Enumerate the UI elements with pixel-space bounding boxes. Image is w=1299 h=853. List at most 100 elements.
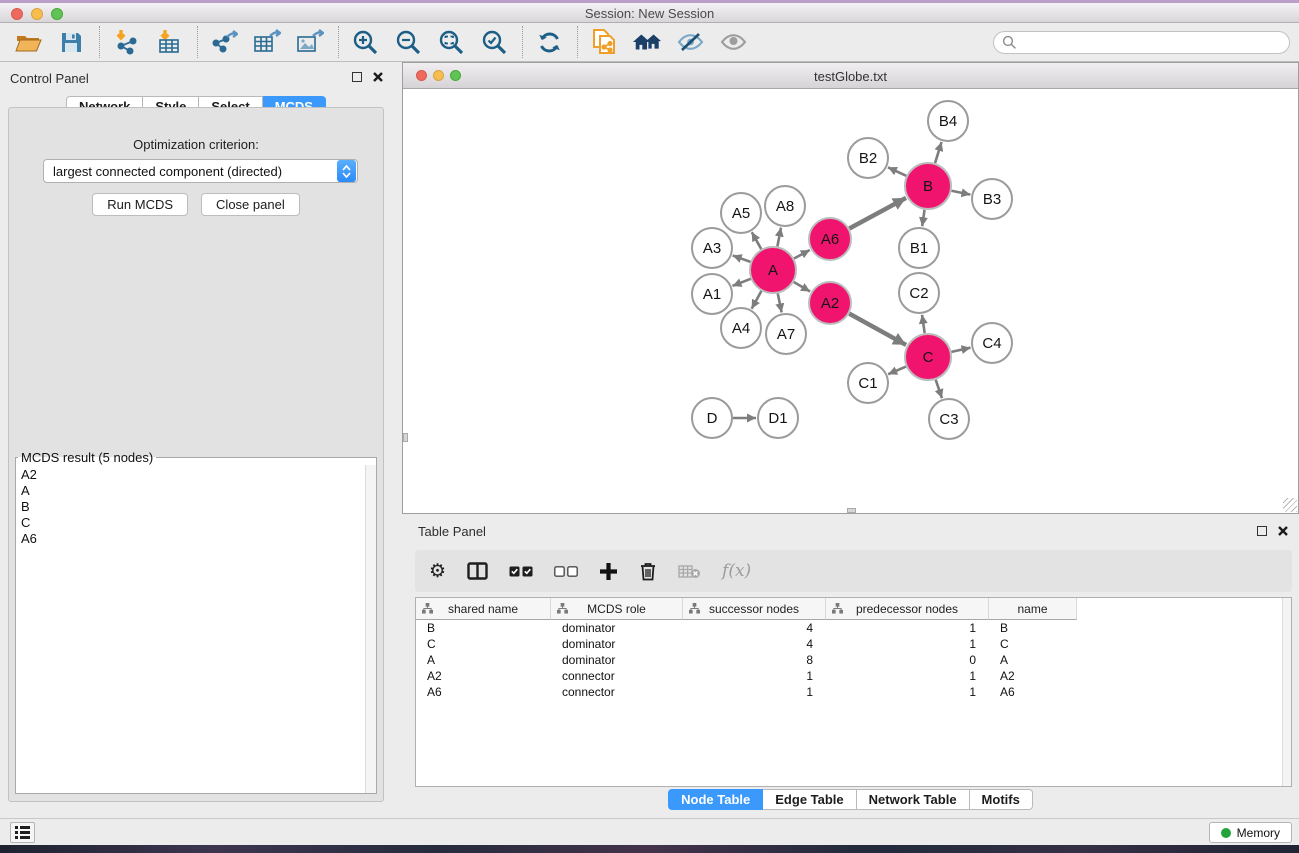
edge-B-B2[interactable] [888, 167, 906, 176]
close-table-panel-icon[interactable] [1277, 525, 1289, 537]
edge-B-B1[interactable] [922, 210, 924, 226]
cell-successor-nodes[interactable]: 1 [683, 684, 826, 700]
cell-predecessor-nodes[interactable]: 1 [826, 620, 989, 636]
mcds-result-item[interactable]: A2 [21, 467, 365, 483]
zoom-selected-icon[interactable] [479, 27, 509, 57]
search-input[interactable] [993, 31, 1290, 54]
cell-predecessor-nodes[interactable]: 1 [826, 668, 989, 684]
cell-successor-nodes[interactable]: 4 [683, 636, 826, 652]
table-row[interactable]: Cdominator41C [416, 636, 1291, 652]
edge-A-A8[interactable] [777, 228, 781, 247]
table-row[interactable]: A2connector11A2 [416, 668, 1291, 684]
result-scrollbar[interactable] [365, 465, 376, 793]
resize-grip-icon[interactable] [1283, 498, 1297, 512]
edge-A-A3[interactable] [733, 255, 751, 261]
cell-shared-name[interactable]: C [416, 636, 551, 652]
select-all-icon[interactable] [509, 566, 533, 577]
open-session-icon[interactable] [13, 27, 43, 57]
cell-name[interactable]: C [989, 636, 1077, 652]
export-table-icon[interactable] [252, 27, 282, 57]
column-header-successor-nodes[interactable]: successor nodes [683, 598, 826, 620]
hide-selected-icon[interactable] [675, 27, 705, 57]
cell-MCDS-role[interactable]: connector [551, 684, 683, 700]
tab-edge-table[interactable]: Edge Table [763, 789, 856, 810]
edge-C-C3[interactable] [936, 380, 942, 398]
cell-MCDS-role[interactable]: connector [551, 668, 683, 684]
edge-A-A5[interactable] [752, 232, 761, 249]
tab-network-table[interactable]: Network Table [857, 789, 970, 810]
edge-A-A4[interactable] [752, 291, 762, 309]
clone-network-icon[interactable] [589, 27, 619, 57]
import-table-icon[interactable] [154, 27, 184, 57]
edge-A-A1[interactable] [732, 279, 750, 286]
cell-predecessor-nodes[interactable]: 1 [826, 636, 989, 652]
deselect-all-icon[interactable] [554, 566, 578, 577]
cell-MCDS-role[interactable]: dominator [551, 620, 683, 636]
export-image-icon[interactable] [295, 27, 325, 57]
edge-B-B3[interactable] [952, 191, 971, 195]
cell-predecessor-nodes[interactable]: 1 [826, 684, 989, 700]
mcds-result-item[interactable]: A6 [21, 531, 365, 547]
zoom-in-icon[interactable] [350, 27, 380, 57]
column-header-MCDS-role[interactable]: MCDS role [551, 598, 683, 620]
table-settings-icon[interactable]: ⚙ [429, 562, 446, 581]
left-resize-handle[interactable] [403, 433, 408, 442]
cell-shared-name[interactable]: B [416, 620, 551, 636]
table-row[interactable]: Adominator80A [416, 652, 1291, 668]
table-scrollbar[interactable] [1282, 598, 1291, 786]
mcds-result-item[interactable]: C [21, 515, 365, 531]
cell-name[interactable]: B [989, 620, 1077, 636]
cell-successor-nodes[interactable]: 8 [683, 652, 826, 668]
network-canvas[interactable]: AA1A3A5A8A4A7A6A2BB1B2B3B4CC1C2C3C4DD1 [403, 89, 1298, 513]
float-table-panel-icon[interactable] [1257, 526, 1267, 536]
cell-successor-nodes[interactable]: 4 [683, 620, 826, 636]
mcds-result-item[interactable]: A [21, 483, 365, 499]
float-panel-icon[interactable] [352, 72, 362, 82]
edge-A-A7[interactable] [778, 294, 782, 313]
cell-name[interactable]: A [989, 652, 1077, 668]
function-builder-icon[interactable]: f(x) [722, 561, 751, 581]
cell-name[interactable]: A2 [989, 668, 1077, 684]
save-session-icon[interactable] [56, 27, 86, 57]
criterion-dropdown[interactable]: largest connected component (directed) [43, 159, 358, 183]
bottom-resize-handle[interactable] [847, 508, 856, 513]
zoom-out-icon[interactable] [393, 27, 423, 57]
cell-predecessor-nodes[interactable]: 0 [826, 652, 989, 668]
table-row[interactable]: Bdominator41B [416, 620, 1291, 636]
task-history-button[interactable] [10, 822, 35, 843]
tab-node-table[interactable]: Node Table [668, 789, 763, 810]
mcds-result-item[interactable]: B [21, 499, 365, 515]
cell-shared-name[interactable]: A [416, 652, 551, 668]
table-row[interactable]: A6connector11A6 [416, 684, 1291, 700]
edge-A6-B[interactable] [849, 198, 906, 229]
refresh-icon[interactable] [534, 27, 564, 57]
export-network-icon[interactable] [209, 27, 239, 57]
memory-button[interactable]: Memory [1209, 822, 1292, 843]
close-panel-button[interactable]: Close panel [201, 193, 300, 216]
home-icon[interactable] [632, 27, 662, 57]
edge-A2-C[interactable] [849, 314, 906, 345]
run-mcds-button[interactable]: Run MCDS [92, 193, 188, 216]
cell-shared-name[interactable]: A2 [416, 668, 551, 684]
tab-motifs[interactable]: Motifs [970, 789, 1033, 810]
cell-name[interactable]: A6 [989, 684, 1077, 700]
cell-shared-name[interactable]: A6 [416, 684, 551, 700]
edge-A-A2[interactable] [794, 282, 810, 291]
column-header-predecessor-nodes[interactable]: predecessor nodes [826, 598, 989, 620]
add-column-icon[interactable] [599, 562, 618, 581]
zoom-fit-icon[interactable] [436, 27, 466, 57]
column-visibility-icon[interactable] [467, 562, 488, 580]
import-network-icon[interactable] [111, 27, 141, 57]
cell-MCDS-role[interactable]: dominator [551, 636, 683, 652]
edge-C-C2[interactable] [922, 315, 925, 333]
cell-successor-nodes[interactable]: 1 [683, 668, 826, 684]
show-hidden-icon[interactable] [718, 27, 748, 57]
edge-B-B4[interactable] [935, 142, 941, 163]
column-header-shared-name[interactable]: shared name [416, 598, 551, 620]
edge-C-C4[interactable] [951, 348, 970, 352]
delete-column-icon[interactable] [639, 561, 657, 581]
edge-A-A6[interactable] [794, 250, 810, 259]
cell-MCDS-role[interactable]: dominator [551, 652, 683, 668]
column-header-name[interactable]: name [989, 598, 1077, 620]
close-panel-icon[interactable] [372, 71, 384, 83]
